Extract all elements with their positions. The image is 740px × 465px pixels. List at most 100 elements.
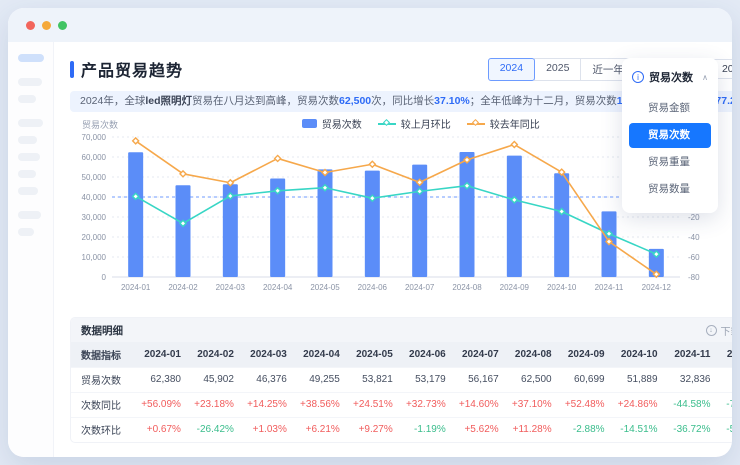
data-detail-section: 数据明细 下载数据 数据指标2024-012024-022024-032024-… bbox=[70, 317, 732, 443]
sidebar-item[interactable] bbox=[18, 170, 36, 178]
right-axis-tick: -80 bbox=[688, 273, 700, 282]
bar-2024-09[interactable] bbox=[506, 155, 522, 277]
window-titlebar bbox=[8, 8, 732, 42]
bar-2024-02[interactable] bbox=[175, 185, 191, 277]
x-axis-label: 2024-07 bbox=[405, 283, 435, 292]
table-header-month: 2024-11 bbox=[664, 342, 718, 367]
table-header-month: 2024-05 bbox=[346, 342, 400, 367]
table-header-month: 2024-08 bbox=[505, 342, 559, 367]
metric-dropdown-header[interactable]: 贸易次数 bbox=[629, 66, 711, 94]
x-axis-label: 2024-06 bbox=[358, 283, 388, 292]
table-cell: 14,073 bbox=[717, 367, 732, 392]
table-cell: 45,902 bbox=[203, 374, 234, 385]
summary-segment: 37.10% bbox=[434, 95, 470, 107]
left-axis-tick: 30,000 bbox=[82, 213, 107, 222]
left-axis-tick: 60,000 bbox=[82, 153, 107, 162]
minimize-button[interactable] bbox=[42, 20, 51, 30]
table-header-month: 2024-03 bbox=[240, 342, 294, 367]
sidebar-item[interactable] bbox=[18, 187, 38, 195]
legend-line-swatch bbox=[466, 118, 485, 127]
table-cell: 62,380 bbox=[150, 374, 181, 385]
table-cell: +24.86% bbox=[617, 399, 658, 410]
bar-2024-10[interactable] bbox=[554, 173, 570, 277]
x-axis-label: 2024-02 bbox=[168, 283, 198, 292]
line-较去年同比 bbox=[135, 140, 657, 275]
x-axis-label: 2024-03 bbox=[216, 283, 246, 292]
table-cell: +32.73% bbox=[405, 399, 446, 410]
sidebar-skeleton bbox=[8, 42, 54, 457]
x-axis-label: 2024-10 bbox=[547, 283, 577, 292]
chevron-up-icon bbox=[702, 73, 708, 82]
table-cell: 51,889 bbox=[626, 374, 658, 385]
summary-segment: 次，同比增长 bbox=[371, 95, 435, 107]
table-cell: -1.19% bbox=[414, 424, 446, 436]
table-cell: +5.62% bbox=[464, 424, 499, 436]
table-header-month: 2024-02 bbox=[187, 342, 241, 367]
table-cell: 62,500 bbox=[521, 374, 552, 385]
close-button[interactable] bbox=[26, 20, 35, 30]
table-cell: +1.03% bbox=[252, 424, 287, 436]
year-tab-2024[interactable]: 2024 bbox=[487, 57, 536, 81]
sidebar-item[interactable] bbox=[18, 95, 36, 103]
metric-option-贸易次数[interactable]: 贸易次数 bbox=[629, 123, 711, 148]
table-cell: +0.67% bbox=[146, 424, 181, 436]
bar-2024-08[interactable] bbox=[459, 152, 475, 277]
sidebar-item[interactable] bbox=[18, 136, 37, 144]
download-label: 下载数据 bbox=[720, 326, 732, 338]
metric-dropdown-title: 贸易次数 bbox=[649, 72, 693, 84]
sidebar-item[interactable] bbox=[18, 228, 34, 236]
table-cell: +52.48% bbox=[564, 399, 605, 410]
chart-canvas[interactable]: 0 10,000 20,000 30,000 40,000 50,000 60,000 70,… bbox=[70, 129, 714, 301]
row-label: 贸易次数 bbox=[81, 376, 121, 387]
table-cell: -77.29% bbox=[726, 399, 732, 410]
table-header-month: 2024-07 bbox=[452, 342, 506, 367]
bar-2024-06[interactable] bbox=[364, 170, 380, 277]
metric-option-贸易金额[interactable]: 贸易金额 bbox=[629, 96, 711, 121]
table-cell: +56.09% bbox=[141, 399, 181, 410]
table-cell: 53,821 bbox=[362, 374, 393, 385]
x-axis-label: 2024-08 bbox=[452, 283, 482, 292]
browser-window: 产品贸易趋势 20242025近一年 2024-01 → 2024-12 202… bbox=[8, 8, 732, 457]
left-axis-tick: 50,000 bbox=[82, 173, 107, 182]
sidebar-item[interactable] bbox=[18, 211, 41, 219]
table-cell: +23.18% bbox=[194, 399, 234, 410]
sidebar-item[interactable] bbox=[18, 153, 40, 161]
table-header-month: 2024-10 bbox=[611, 342, 665, 367]
x-axis-label: 2024-11 bbox=[595, 283, 624, 292]
summary-segment: 2024年，全球 bbox=[80, 95, 146, 107]
page-title: 产品贸易趋势 bbox=[81, 63, 184, 80]
table-header-month: 2024-01 bbox=[135, 342, 188, 367]
table-title: 数据明细 bbox=[81, 324, 123, 337]
data-table: 数据指标 2024-01 2024-02 2024-03 2024-04 2024-05 2… bbox=[71, 342, 732, 442]
summary-segment: led照明灯 bbox=[145, 95, 193, 107]
year-tab-group: 2024 2025 近一年 bbox=[487, 57, 636, 81]
table-cell: -14.51% bbox=[620, 424, 658, 436]
table-cell: +6.21% bbox=[305, 424, 340, 436]
table-cell: -57.14% bbox=[726, 424, 732, 436]
legend-line-swatch bbox=[377, 118, 396, 127]
left-axis-tick: 10,000 bbox=[82, 253, 107, 262]
summary-segment: ；全年低峰为十二月，贸易次数 bbox=[469, 95, 617, 107]
table-cell: +14.60% bbox=[458, 399, 499, 410]
sidebar-item-active[interactable] bbox=[18, 54, 44, 62]
bar-2024-01[interactable] bbox=[128, 152, 144, 277]
right-axis-tick: -40 bbox=[688, 233, 700, 242]
metric-option-贸易数量[interactable]: 贸易数量 bbox=[629, 177, 711, 202]
table-cell: 60,699 bbox=[573, 374, 605, 385]
sidebar-item[interactable] bbox=[18, 119, 43, 127]
sidebar-item[interactable] bbox=[18, 78, 42, 86]
table-row: 贸易次数 62,380 45,902 46,376 49,255 53,821 53,179… bbox=[71, 367, 732, 392]
year-tab-2025[interactable]: 2025 bbox=[534, 57, 582, 81]
metric-option-贸易重量[interactable]: 贸易重量 bbox=[629, 150, 711, 175]
right-axis-tick: -60 bbox=[688, 253, 700, 262]
x-axis-label: 2024-01 bbox=[121, 283, 151, 292]
data-point[interactable] bbox=[368, 160, 377, 169]
zoom-button[interactable] bbox=[58, 20, 67, 30]
data-point[interactable] bbox=[273, 154, 282, 163]
left-axis-tick: 20,000 bbox=[82, 233, 107, 242]
table-cell: +9.27% bbox=[358, 424, 393, 436]
metric-dropdown: 贸易次数 贸易金额贸易次数贸易重量贸易数量 bbox=[622, 58, 718, 213]
download-data-button[interactable]: 下载数据 bbox=[705, 323, 732, 338]
summary-segment: 62,500 bbox=[339, 95, 372, 107]
table-cell: 49,255 bbox=[309, 374, 340, 385]
